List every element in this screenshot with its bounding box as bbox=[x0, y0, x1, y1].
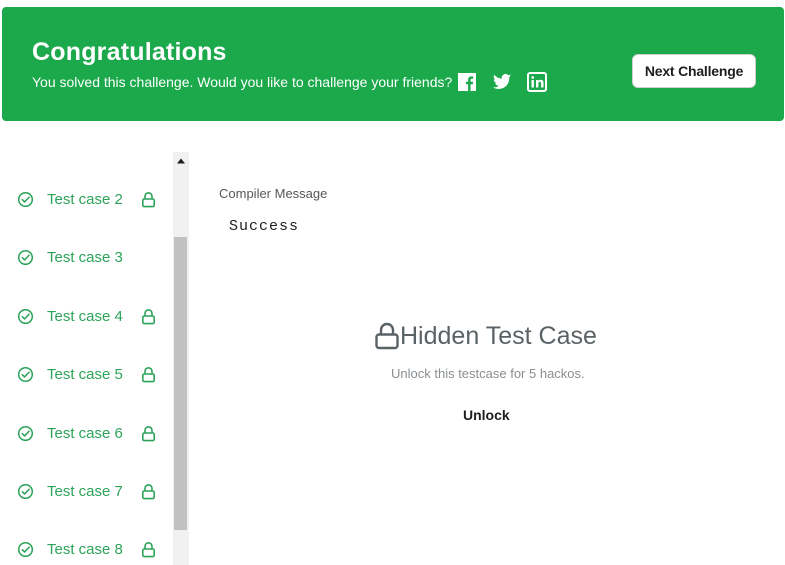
check-circle-icon bbox=[17, 191, 34, 208]
lock-icon bbox=[141, 541, 156, 558]
test-case-item[interactable]: Test case 3 bbox=[17, 245, 123, 269]
hidden-test-case-title: Hidden Test Case bbox=[400, 321, 597, 350]
check-circle-icon bbox=[17, 483, 34, 500]
twitter-icon[interactable] bbox=[492, 72, 512, 92]
check-circle-icon bbox=[17, 541, 34, 558]
test-case-item[interactable]: Test case 5 bbox=[17, 362, 155, 386]
sidebar-scrollbar[interactable] bbox=[173, 152, 189, 565]
unlock-message: Unlock this testcase for 5 hackos. bbox=[391, 366, 585, 381]
test-case-item[interactable]: Test case 7 bbox=[17, 479, 155, 503]
lock-icon bbox=[141, 483, 156, 500]
test-case-label: Test case 4 bbox=[47, 307, 123, 325]
compiler-message-label: Compiler Message bbox=[219, 186, 328, 201]
lock-icon bbox=[141, 308, 156, 325]
lock-icon bbox=[141, 366, 156, 383]
test-case-label: Test case 3 bbox=[47, 248, 123, 266]
scrollbar-thumb[interactable] bbox=[174, 237, 187, 530]
banner-subtitle: You solved this challenge. Would you lik… bbox=[32, 74, 453, 90]
test-case-item[interactable]: Test case 6 bbox=[17, 421, 155, 445]
test-case-label: Test case 8 bbox=[47, 540, 123, 558]
test-case-label: Test case 5 bbox=[47, 365, 123, 383]
lock-icon bbox=[374, 322, 400, 350]
banner-title: Congratulations bbox=[32, 38, 227, 66]
scroll-up-arrow-icon[interactable] bbox=[173, 152, 189, 170]
facebook-icon[interactable] bbox=[457, 72, 477, 92]
test-case-item[interactable]: Test case 4 bbox=[17, 304, 155, 328]
test-case-list: Test case 2 Test case 3 Test case 4 Test… bbox=[0, 150, 173, 565]
lock-icon bbox=[141, 425, 156, 442]
congratulations-banner: Congratulations You solved this challeng… bbox=[2, 7, 784, 121]
test-case-item[interactable]: Test case 8 bbox=[17, 537, 155, 561]
test-case-label: Test case 7 bbox=[47, 482, 123, 500]
hidden-test-case-heading: Hidden Test Case bbox=[374, 320, 597, 352]
unlock-button[interactable]: Unlock bbox=[463, 407, 510, 423]
compiler-message-value: Success bbox=[229, 218, 300, 235]
test-case-label: Test case 2 bbox=[47, 190, 123, 208]
linkedin-icon[interactable] bbox=[527, 72, 547, 92]
test-case-item[interactable]: Test case 2 bbox=[17, 187, 155, 211]
lock-icon bbox=[141, 191, 156, 208]
next-challenge-button[interactable]: Next Challenge bbox=[632, 54, 756, 88]
check-circle-icon bbox=[17, 425, 34, 442]
check-circle-icon bbox=[17, 366, 34, 383]
check-circle-icon bbox=[17, 249, 34, 266]
test-case-label: Test case 6 bbox=[47, 424, 123, 442]
check-circle-icon bbox=[17, 308, 34, 325]
